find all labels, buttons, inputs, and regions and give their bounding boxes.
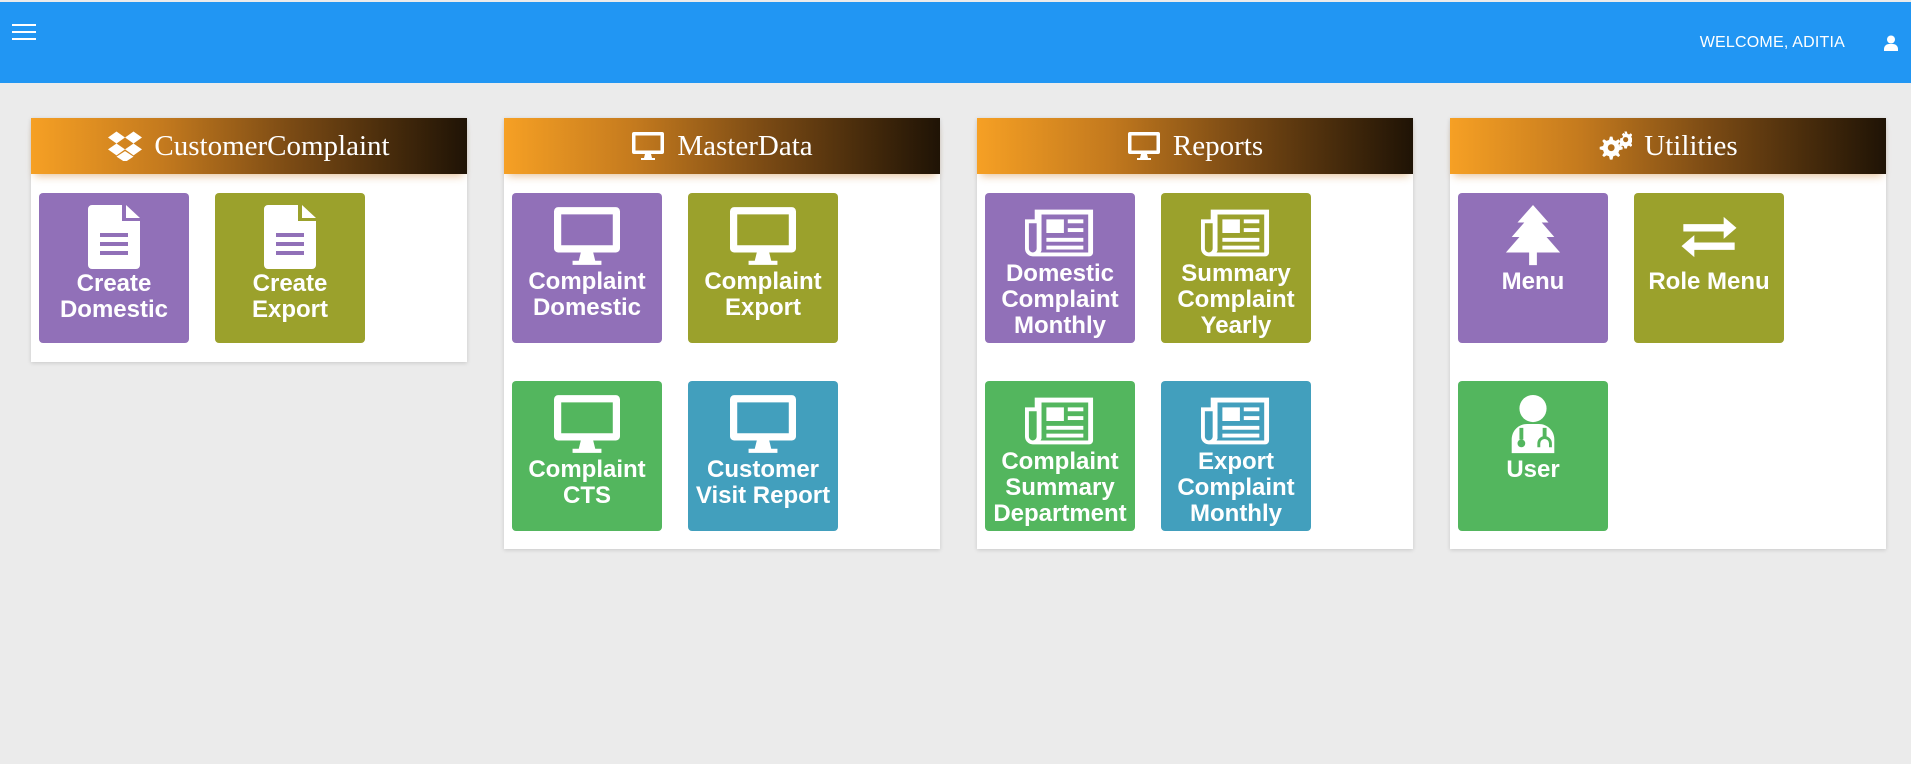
tile-label: Create Export <box>251 270 328 323</box>
panel-header: CustomerComplaint <box>31 118 467 174</box>
tile-label: Domestic Complaint Monthly <box>1001 260 1119 339</box>
tile-label: Summary Complaint Yearly <box>1177 260 1295 339</box>
newspaper-icon <box>1025 207 1095 259</box>
panel-title: CustomerComplaint <box>154 129 390 162</box>
exchange-icon <box>1676 215 1742 259</box>
monitor-icon <box>730 205 796 267</box>
tile-complaint-summary-department[interactable]: Complaint Summary Department <box>985 381 1135 531</box>
tile-label: Menu <box>1501 268 1565 295</box>
tile-label: Customer Visit Report <box>695 456 831 509</box>
monitor-icon <box>1127 131 1161 161</box>
newspaper-icon <box>1201 395 1271 447</box>
user-doctor-icon <box>1500 393 1566 455</box>
tile-domestic-complaint-monthly[interactable]: Domestic Complaint Monthly <box>985 193 1135 343</box>
tile-export-complaint-monthly[interactable]: Export Complaint Monthly <box>1161 381 1311 531</box>
tile-label: Complaint Summary Department <box>993 448 1127 527</box>
tile-user[interactable]: User <box>1458 381 1608 531</box>
tile-label: Role Menu <box>1648 268 1770 295</box>
panel-utilities: Utilities Menu Role Menu User <box>1450 118 1886 549</box>
welcome-text: WELCOME, ADITIA <box>1699 34 1845 51</box>
panel-header: Utilities <box>1450 118 1886 174</box>
tree-icon <box>1500 205 1566 267</box>
panel-title: Reports <box>1172 129 1264 162</box>
tile-menu[interactable]: Menu <box>1458 193 1608 343</box>
tile-create-export[interactable]: Create Export <box>215 193 365 343</box>
monitor-icon <box>730 393 796 455</box>
panel-title: Utilities <box>1644 129 1738 162</box>
dropbox-icon <box>108 131 142 161</box>
newspaper-icon <box>1025 395 1095 447</box>
panel-master-data: MasterData Complaint Domestic Complaint … <box>504 118 940 549</box>
tile-customer-visit-report[interactable]: Customer Visit Report <box>688 381 838 531</box>
tile-create-domestic[interactable]: Create Domestic <box>39 193 189 343</box>
tile-complaint-cts[interactable]: Complaint CTS <box>512 381 662 531</box>
tile-complaint-domestic[interactable]: Complaint Domestic <box>512 193 662 343</box>
panel-title: MasterData <box>677 129 813 162</box>
panel-header: Reports <box>977 118 1413 174</box>
hamburger-icon[interactable] <box>12 24 36 42</box>
gears-icon <box>1598 131 1632 161</box>
tile-complaint-export[interactable]: Complaint Export <box>688 193 838 343</box>
panel-customer-complaint: CustomerComplaint Create Domestic Create… <box>31 118 467 362</box>
file-icon <box>87 205 141 269</box>
tile-label: Complaint CTS <box>528 456 646 509</box>
newspaper-icon <box>1201 207 1271 259</box>
monitor-icon <box>554 205 620 267</box>
tile-label: Export Complaint Monthly <box>1177 448 1295 527</box>
tile-label: Create Domestic <box>59 270 169 323</box>
monitor-icon <box>631 131 665 161</box>
user-icon[interactable] <box>1883 35 1899 51</box>
file-icon <box>263 205 317 269</box>
tile-label: Complaint Export <box>704 268 822 321</box>
tile-role-menu[interactable]: Role Menu <box>1634 193 1784 343</box>
tile-summary-complaint-yearly[interactable]: Summary Complaint Yearly <box>1161 193 1311 343</box>
top-bar: WELCOME, ADITIA <box>0 2 1911 83</box>
monitor-icon <box>554 393 620 455</box>
panel-header: MasterData <box>504 118 940 174</box>
panel-reports: Reports Domestic Complaint Monthly Summa… <box>977 118 1413 549</box>
tile-label: User <box>1506 456 1560 483</box>
tile-label: Complaint Domestic <box>528 268 646 321</box>
